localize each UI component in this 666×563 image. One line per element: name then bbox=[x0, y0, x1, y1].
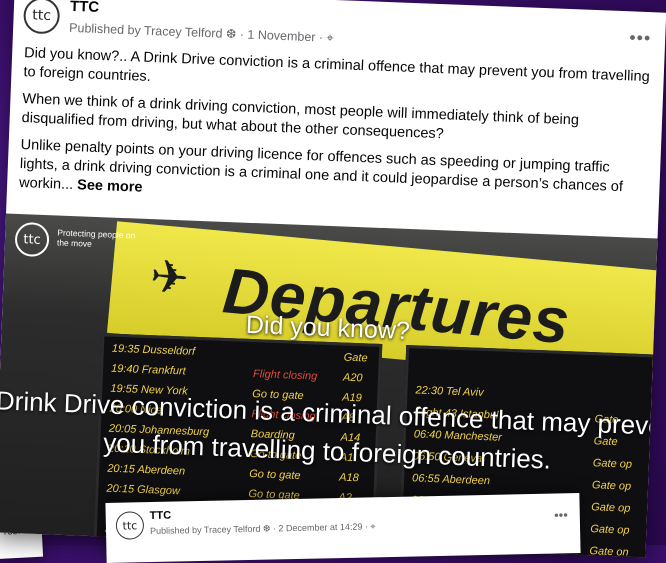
post-meta: Published by Tracey Telford ❆ · 2 Decemb… bbox=[149, 521, 376, 537]
board-row-destination: 20:15 Glasgow bbox=[106, 482, 181, 498]
page-name-link[interactable]: TTC bbox=[70, 0, 100, 16]
main-post-card: ttc TTC Published by Tracey Telford ❆ · … bbox=[0, 0, 666, 558]
board-row-status: Gate op bbox=[590, 523, 630, 537]
post-body: Did you know?.. A Drink Drive conviction… bbox=[7, 44, 664, 218]
more-options-button[interactable]: ••• bbox=[629, 27, 652, 49]
board-row-status: Gate op bbox=[590, 501, 631, 515]
board-row-status: Gate on bbox=[589, 545, 629, 558]
airplane-icon: ✈ bbox=[147, 248, 192, 306]
more-options-button[interactable]: ••• bbox=[554, 507, 568, 522]
board-row-gate: A20 bbox=[342, 371, 363, 385]
see-more-link[interactable]: See more bbox=[77, 177, 143, 195]
ttc-logo: ttc bbox=[14, 221, 50, 258]
post-meta: Published by Tracey Telford ❆ · 1 Novemb… bbox=[68, 20, 334, 45]
ttc-tagline: Protecting people on the move bbox=[56, 227, 136, 249]
bottom-post-fragment: ttc TTC Published by Tracey Telford ❆ · … bbox=[105, 493, 581, 563]
board-row-destination: 19:40 Frankfurt bbox=[110, 362, 186, 378]
page-name-link[interactable]: TTC bbox=[150, 510, 172, 522]
board-row-gate: A18 bbox=[338, 471, 359, 485]
board-row-destination: 20:15 Aberdeen bbox=[107, 462, 186, 478]
page-avatar[interactable]: ttc bbox=[22, 0, 61, 35]
board-row-gate: Gate bbox=[343, 351, 368, 365]
board-row-status: Go to gate bbox=[248, 468, 301, 483]
board-row-status: Flight closing bbox=[252, 368, 318, 383]
board-row-destination: 19:35 Dusseldorf bbox=[111, 342, 196, 358]
page-avatar[interactable]: ttc bbox=[115, 511, 145, 540]
